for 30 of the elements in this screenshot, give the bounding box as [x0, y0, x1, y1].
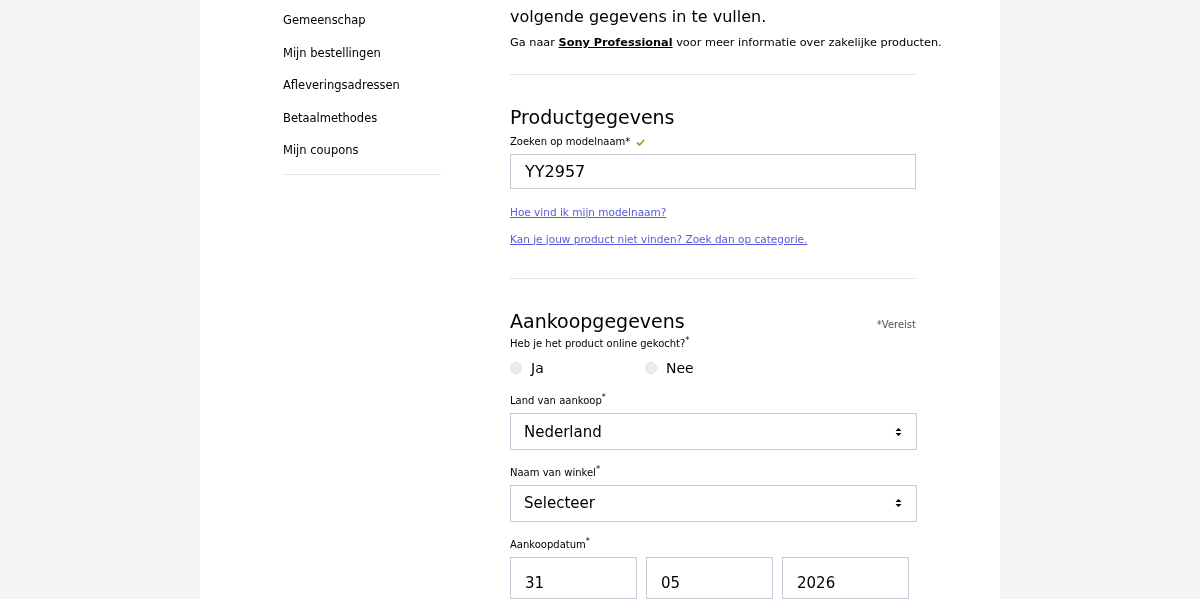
updown-icon	[895, 498, 902, 509]
field-label: Land van aankoop$^{*}$	[510, 391, 606, 409]
updown-icon	[895, 426, 902, 437]
model-input[interactable]: YY2957	[510, 154, 916, 189]
help-link[interactable]: Hoe vind ik mijn modelnaam?	[510, 205, 667, 219]
radio-label: Nee	[666, 360, 694, 377]
field-label: Zoeken op modelnaam*	[510, 135, 631, 149]
radio-button[interactable]	[510, 362, 522, 375]
section-heading: Productgegevens	[510, 105, 675, 129]
field-label: Aankoopdatum$^{*}$	[510, 534, 590, 552]
help-link[interactable]: Kan je jouw product niet vinden? Zoek dan op categorie.	[510, 232, 808, 246]
field-label: Naam van winkel$^{*}$	[510, 462, 601, 481]
sidebar-link[interactable]: Betaalmethodes	[283, 109, 441, 142]
required-note: *Vereist	[876, 318, 916, 330]
date-input[interactable]: 2026	[782, 557, 909, 599]
intro-text: volgende gegevens in te vullen.	[510, 6, 767, 28]
sidebar-link[interactable]: Mijn bestellingen	[283, 44, 441, 77]
date-input[interactable]: 05	[646, 557, 773, 599]
radio-label: Ja	[531, 360, 544, 377]
sidebar-link[interactable]: Gemeenschap	[283, 12, 441, 45]
date-input[interactable]: 31	[510, 557, 637, 599]
sidebar-link[interactable]: Afleveringsadressen	[283, 77, 441, 110]
country-select[interactable]: Nederland	[510, 413, 917, 450]
professional-link[interactable]: Sony Professional	[558, 36, 673, 49]
store-select[interactable]: Selecteer	[510, 485, 917, 522]
sidebar-link[interactable]: Mijn coupons	[283, 142, 441, 175]
info-sentence: Ga naar Sony Professional voor meer informatie over zakelijke producten.	[510, 36, 942, 49]
field-label: Heb je het product online gekocht?$^{*}$	[510, 333, 690, 352]
radio-button[interactable]	[645, 362, 657, 375]
section-heading: Aankoopgegevens	[510, 308, 685, 333]
